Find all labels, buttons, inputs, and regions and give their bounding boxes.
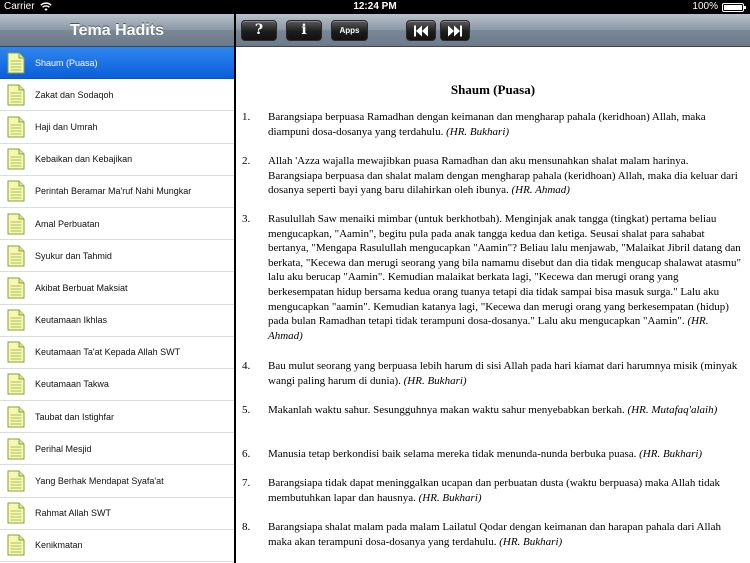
list-item[interactable]: Perintah Beramar Ma'ruf Nahi Mungkar	[0, 175, 234, 208]
hadith-item: 8. Barangsiapa shalat malam pada malam L…	[242, 521, 721, 548]
document-icon	[7, 502, 25, 524]
list-item[interactable]: Kenikmatan	[0, 529, 234, 562]
detail-pane: ? i Apps Shaum (Puasa) 1. Barangsiapa be…	[236, 14, 750, 563]
list-item-label: Syukur dan Tahmid	[35, 250, 112, 261]
sidebar-title: Tema Hadits	[0, 14, 234, 47]
document-icon	[7, 245, 25, 267]
list-item[interactable]: Perihal Mesjid	[0, 433, 234, 466]
list-item[interactable]: Keutamaan Ikhlas	[0, 304, 234, 337]
hadith-item: 3. Rasulullah Saw menaiki mimbar (untuk …	[242, 213, 741, 342]
list-item[interactable]: Shaum (Puasa)	[0, 47, 234, 80]
list-item-label: Amal Perbuatan	[35, 218, 100, 229]
list-item[interactable]: Amal Perbuatan	[0, 207, 234, 241]
skip-forward-icon	[448, 25, 462, 36]
list-item-label: Taubat dan Istighfar	[35, 411, 115, 422]
document-icon	[7, 148, 25, 170]
list-item[interactable]: Akibat Berbuat Maksiat	[0, 272, 234, 305]
hadith-item: 2. Allah 'Azza wajalla mewajibkan puasa …	[242, 155, 738, 197]
hadith-item: 1. Barangsiapa berpuasa Ramadhan dengan …	[242, 111, 706, 138]
list-item[interactable]: Kebaikan dan Kebajikan	[0, 143, 234, 176]
document-icon	[7, 373, 25, 395]
topic-list: Shaum (Puasa) Zakat dan Sodaqoh Haji dan U…	[0, 47, 234, 562]
next-button[interactable]	[440, 20, 470, 41]
document-icon	[7, 534, 25, 556]
hadith-item: 5. Makanlah waktu sahur. Sesungguhnya ma…	[242, 404, 718, 416]
list-item-label: Perihal Mesjid	[35, 443, 92, 454]
battery-icon	[722, 3, 746, 12]
list-item-label: Kenikmatan	[35, 540, 83, 551]
list-item[interactable]: Haji dan Umrah	[0, 111, 234, 144]
clock: 12:24 PM	[353, 1, 397, 12]
document-icon	[7, 84, 25, 106]
document-icon	[7, 341, 25, 363]
list-item-label: Rahmat Allah SWT	[35, 508, 112, 519]
content-title: Shaum (Puasa)	[450, 82, 536, 97]
document-icon	[7, 180, 25, 202]
list-item-label: Shaum (Puasa)	[35, 57, 98, 68]
list-item-label: Yang Berhak Mendapat Syafa'at	[35, 476, 164, 487]
apps-button[interactable]: Apps	[331, 20, 368, 41]
document-icon	[7, 277, 25, 299]
list-item-label: Perintah Beramar Ma'ruf Nahi Mungkar	[35, 186, 192, 197]
list-item-label: Zakat dan Sodaqoh	[35, 89, 114, 100]
list-item[interactable]: Yang Berhak Mendapat Syafa'at	[0, 465, 234, 498]
list-item[interactable]: Syukur dan Tahmid	[0, 240, 234, 273]
list-item-label: Kebaikan dan Kebajikan	[35, 154, 133, 165]
help-button[interactable]: ?	[241, 20, 277, 41]
hadith-content: Shaum (Puasa) 1. Barangsiapa berpuasa Ra…	[236, 48, 750, 563]
list-item-label: Haji dan Umrah	[35, 121, 98, 132]
hadith-item: 6. Manusia tetap berkondisi baik selama …	[242, 448, 703, 460]
skip-back-icon	[414, 25, 428, 36]
list-item-label: Keutamaan Takwa	[35, 379, 109, 390]
list-item-label: Akibat Berbuat Maksiat	[35, 282, 128, 293]
document-icon	[7, 213, 25, 235]
list-item[interactable]: Zakat dan Sodaqoh	[0, 79, 234, 112]
battery-percent: 100%	[692, 1, 718, 12]
document-icon	[7, 116, 25, 138]
list-item[interactable]: Keutamaan Takwa	[0, 368, 234, 402]
document-icon	[7, 52, 25, 74]
list-item[interactable]: Taubat dan Istighfar	[0, 401, 234, 434]
document-icon	[7, 309, 25, 331]
list-item-label: Keutamaan Ta'at Kepada Allah SWT	[35, 347, 181, 358]
document-icon	[7, 438, 25, 460]
info-button[interactable]: i	[286, 20, 322, 41]
hadith-item: 7. Barangsiapa tidak dapat meninggalkan …	[242, 477, 721, 504]
list-item[interactable]: Keutamaan Ta'at Kepada Allah SWT	[0, 336, 234, 369]
previous-button[interactable]	[406, 20, 436, 41]
toolbar: ? i Apps	[236, 14, 750, 47]
list-item[interactable]: Rahmat Allah SWT	[0, 497, 234, 530]
document-icon	[7, 470, 25, 492]
list-item-label: Keutamaan Ikhlas	[35, 315, 108, 326]
status-bar: Carrier 12:24 PM 100%	[0, 0, 750, 14]
sidebar: Tema Hadits Shaum (Puasa) Zakat dan Sodaq…	[0, 14, 234, 563]
document-icon	[7, 406, 25, 428]
hadith-item: 4. Bau mulut seorang yang berpuasa lebih…	[242, 360, 738, 387]
